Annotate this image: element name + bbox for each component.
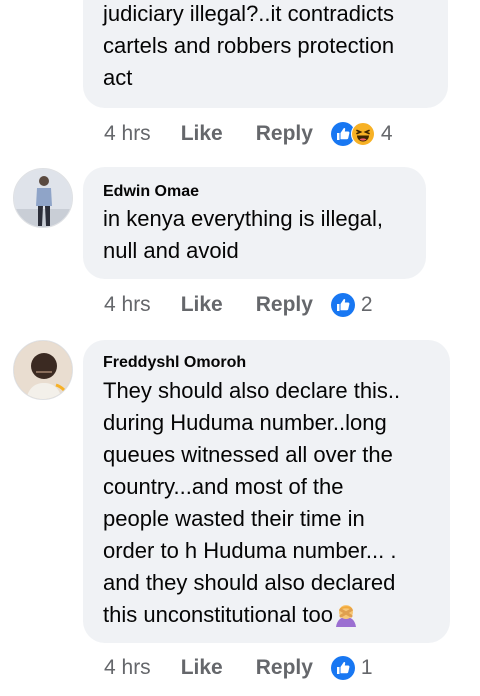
person-silhouette-icon xyxy=(14,169,72,227)
comment-text: in kenya everything is illegal, null and… xyxy=(103,206,384,263)
comment-body: They should also declare this.. during H… xyxy=(103,375,430,631)
timestamp[interactable]: 4 hrs xyxy=(104,656,151,680)
haha-icon xyxy=(350,122,375,146)
comment-bubble: Edwin Omae in kenya everything is illega… xyxy=(83,167,426,279)
facepalm-woman-emoji xyxy=(335,605,356,627)
comment-text: judiciary illegal?..it contradicts carte… xyxy=(103,1,395,90)
reactions-summary[interactable]: 1 xyxy=(330,656,373,680)
reaction-count: 1 xyxy=(360,656,373,679)
comment-author[interactable]: Edwin Omae xyxy=(103,183,406,201)
like-icon xyxy=(330,293,355,317)
person-face-icon xyxy=(14,341,72,399)
reply-button[interactable]: Reply xyxy=(256,293,313,317)
comment-meta: 4 hrs Like Reply 1 xyxy=(104,653,373,683)
reactions-summary[interactable]: 4 xyxy=(330,122,393,146)
timestamp[interactable]: 4 hrs xyxy=(104,122,151,146)
comment-bubble: judiciary illegal?..it contradicts carte… xyxy=(83,0,448,108)
like-button[interactable]: Like xyxy=(181,122,223,146)
timestamp[interactable]: 4 hrs xyxy=(104,293,151,317)
reply-button[interactable]: Reply xyxy=(256,122,313,146)
comment-meta: 4 hrs Like Reply 4 xyxy=(104,119,393,149)
comment-text: They should also declare this.. during H… xyxy=(103,378,401,627)
avatar[interactable] xyxy=(13,340,73,400)
comment-author[interactable]: Freddyshl Omoroh xyxy=(103,354,430,372)
reaction-count: 2 xyxy=(360,293,373,316)
like-button[interactable]: Like xyxy=(181,293,223,317)
reply-button[interactable]: Reply xyxy=(256,656,313,680)
reactions-summary[interactable]: 2 xyxy=(330,293,373,317)
comment-bubble: Freddyshl Omoroh They should also declar… xyxy=(83,340,450,643)
reaction-count: 4 xyxy=(380,122,393,145)
comment-meta: 4 hrs Like Reply 2 xyxy=(104,290,373,320)
like-button[interactable]: Like xyxy=(181,656,223,680)
like-icon xyxy=(330,656,355,680)
avatar[interactable] xyxy=(13,168,73,228)
